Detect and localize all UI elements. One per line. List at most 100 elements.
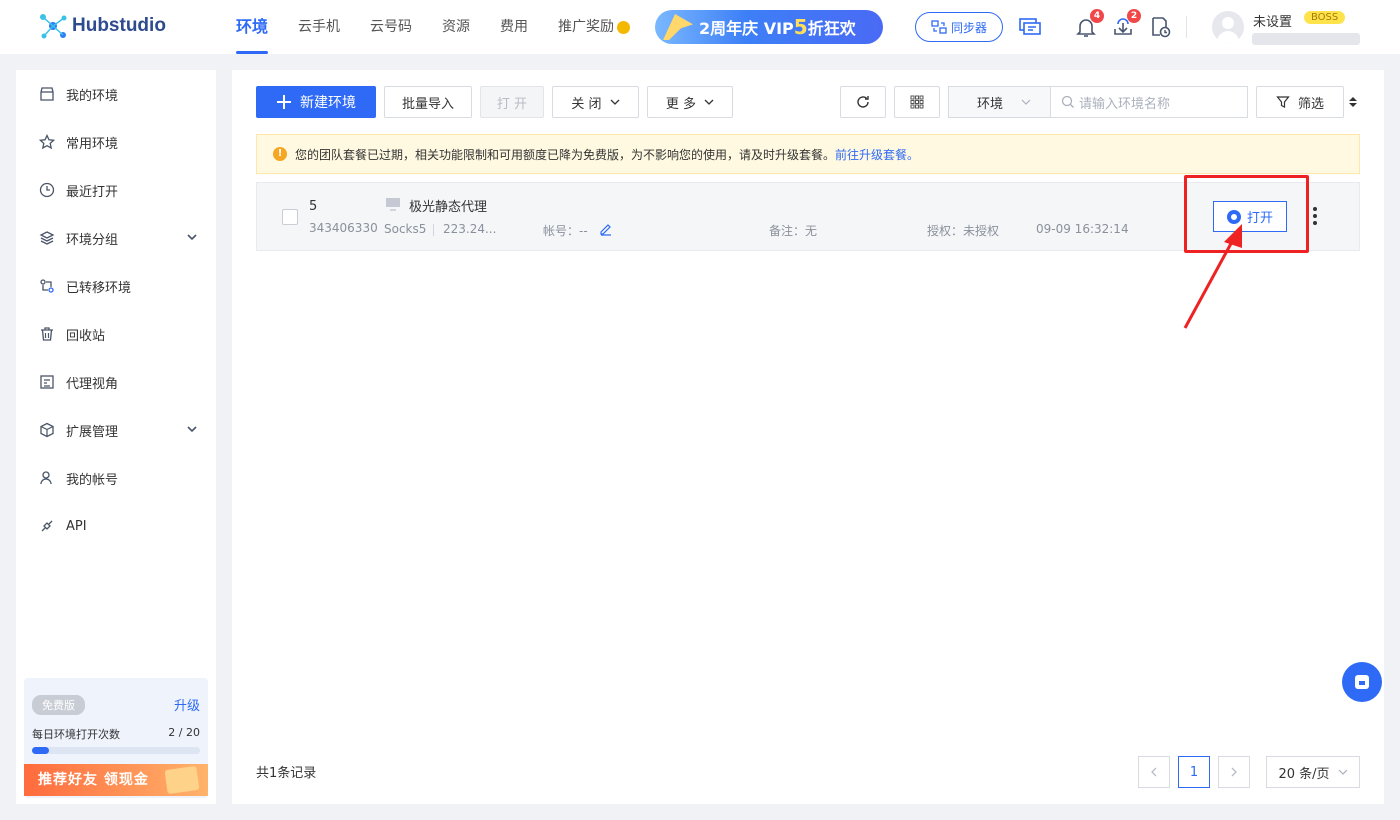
account-field: 帐号：-- (543, 224, 588, 238)
user-icon (38, 469, 56, 487)
search-icon (1061, 95, 1074, 108)
notification-badge: 4 (1090, 9, 1104, 23)
next-page-button[interactable] (1218, 756, 1250, 788)
sidebar-item-label: 我的环境 (66, 88, 119, 104)
chevron-left-icon (1151, 767, 1157, 777)
download-badge: 2 (1127, 9, 1141, 23)
warning-icon: ! (273, 147, 287, 161)
env-id: 343406330 (309, 221, 378, 235)
sync-button[interactable]: 同步器 (915, 12, 1003, 42)
more-actions-icon[interactable] (1313, 207, 1317, 225)
refresh-icon (857, 96, 869, 108)
nav-referral[interactable]: 推广奖励 (558, 0, 631, 54)
total-records: 共1条记录 (256, 766, 317, 781)
search-placeholder: 请输入环境名称 (1079, 96, 1171, 112)
more-dropdown[interactable]: 更 多 (647, 86, 733, 118)
clock-icon (38, 181, 56, 199)
save-icon (1355, 675, 1369, 689)
table-row[interactable]: 5 343406330 极光静态代理 Socks5 223.24... 帐号：-… (256, 182, 1360, 251)
sidebar-item-label: 扩展管理 (66, 424, 119, 440)
notification-button[interactable]: 4 (1074, 9, 1104, 39)
proxy-divider (433, 224, 434, 236)
auth-field: 授权：未授权 (927, 224, 1000, 238)
nav-resources[interactable]: 资源 (442, 0, 470, 54)
sidebar-item-extensions[interactable]: 扩展管理 (16, 406, 216, 454)
notice-text: 您的团队套餐已过期，相关功能限制和可用额度已降为免费版，为不影响您的使用，请及时… (295, 147, 836, 162)
daily-open-count: 2 / 20 (168, 726, 200, 739)
new-env-button[interactable]: 新建环境 (256, 86, 376, 118)
transfer-icon (38, 277, 56, 295)
nav-billing[interactable]: 费用 (500, 0, 528, 54)
role-badge: BOSS (1304, 11, 1346, 24)
logo-text: Hubstudio (72, 15, 166, 36)
chevron-down-icon (1021, 99, 1031, 105)
sidebar-item-recent[interactable]: 最近打开 (16, 166, 216, 214)
search-input[interactable]: 请输入环境名称 (1051, 87, 1247, 117)
batch-import-button[interactable]: 批量导入 (384, 86, 472, 118)
chrome-icon (1226, 209, 1241, 224)
plus-icon (277, 95, 291, 109)
promo-suffix: 折狂欢 (807, 19, 856, 38)
open-button[interactable]: 打 开 (480, 86, 544, 118)
sidebar-item-my-env[interactable]: 我的环境 (16, 70, 216, 118)
sidebar-item-transferred[interactable]: 已转移环境 (16, 262, 216, 310)
sidebar-item-api[interactable]: API (16, 502, 216, 550)
logo-icon (40, 14, 67, 39)
nav-cloud-phone[interactable]: 云手机 (298, 0, 340, 54)
env-open-button[interactable]: 打开 (1213, 201, 1287, 232)
sidebar-item-trash[interactable]: 回收站 (16, 310, 216, 358)
floating-save-button[interactable] (1342, 662, 1382, 702)
upgrade-plan-link[interactable]: 前往升级套餐。 (835, 146, 919, 163)
main-nav: 环境 云手机 云号码 资源 费用 推广奖励 (236, 0, 660, 54)
env-index: 5 (309, 199, 318, 214)
search-scope-select[interactable]: 环境 (949, 87, 1051, 117)
sidebar-item-label: 最近打开 (66, 184, 119, 200)
close-dropdown[interactable]: 关 闭 (552, 86, 639, 118)
referral-banner[interactable]: 推荐好友 领现金 (24, 764, 208, 796)
hubstudio-logo[interactable]: Hubstudio (38, 12, 166, 40)
trash-icon (38, 325, 56, 343)
avatar[interactable] (1212, 11, 1244, 43)
sort-icon[interactable] (1348, 96, 1358, 108)
row-checkbox[interactable] (282, 209, 298, 225)
sidebar-item-label: 回收站 (66, 328, 106, 344)
sidebar-item-proxy-view[interactable]: 代理视角 (16, 358, 216, 406)
daily-open-label: 每日环境打开次数 (32, 728, 120, 741)
sync-label: 同步器 (950, 20, 987, 35)
sidebar-item-favorites[interactable]: 常用环境 (16, 118, 216, 166)
header-divider (1186, 16, 1187, 38)
plan-card: 免费版 升级 每日环境打开次数 2 / 20 推荐好友 领现金 (24, 678, 208, 798)
download-button[interactable]: 2 (1111, 9, 1141, 39)
top-header: Hubstudio 环境 云手机 云号码 资源 费用 推广奖励 2周年庆 VIP… (0, 0, 1400, 54)
task-log-button[interactable] (1148, 15, 1172, 39)
env-time: 09-09 16:32:14 (1036, 222, 1129, 236)
filter-label: 筛选 (1297, 96, 1324, 112)
sidebar: 我的环境 常用环境 最近打开 环境分组 已转移环境 回收站 代理视角 扩展管理 … (16, 70, 216, 804)
plan-badge: 免费版 (32, 695, 85, 715)
refresh-button[interactable] (840, 86, 886, 118)
anniversary-promo-banner[interactable]: 2周年庆 VIP5折狂欢 (655, 10, 883, 44)
proxy-type: Socks5 (384, 222, 427, 236)
prev-page-button[interactable] (1138, 756, 1170, 788)
document-clock-icon (1152, 17, 1171, 38)
user-name[interactable]: 未设置 (1253, 11, 1292, 30)
more-label: 更 多 (665, 96, 697, 112)
monitor-icon (1019, 18, 1041, 35)
sidebar-item-groups[interactable]: 环境分组 (16, 214, 216, 262)
filter-button[interactable]: 筛选 (1256, 86, 1344, 118)
devices-button[interactable] (1018, 15, 1042, 39)
proxy-ip: 223.24... (443, 222, 497, 236)
sidebar-item-account[interactable]: 我的帐号 (16, 454, 216, 502)
nav-cloud-number[interactable]: 云号码 (370, 0, 412, 54)
upgrade-link[interactable]: 升级 (174, 695, 200, 714)
filter-icon (1276, 96, 1290, 108)
page-button[interactable]: 1 (1178, 756, 1210, 788)
nav-referral-label: 推广奖励 (558, 19, 615, 35)
grid-view-button[interactable] (894, 86, 940, 118)
chevron-down-icon (610, 99, 620, 105)
grid-icon (910, 95, 924, 109)
sidebar-item-label: 已转移环境 (66, 280, 132, 296)
nav-env[interactable]: 环境 (236, 0, 269, 54)
edit-icon[interactable] (599, 222, 613, 236)
page-size-select[interactable]: 20 条/页 (1266, 756, 1360, 788)
